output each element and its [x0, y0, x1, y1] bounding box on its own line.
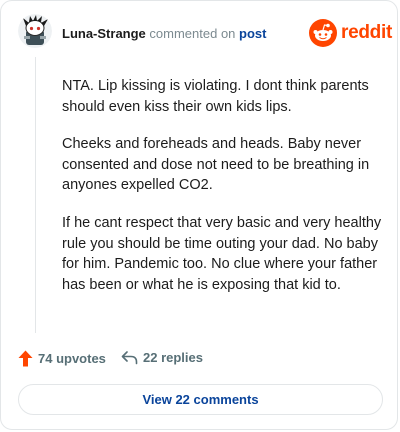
snoo-avatar-icon: [18, 14, 52, 48]
post-link[interactable]: post: [239, 26, 266, 41]
comment-paragraph: Cheeks and foreheads and heads. Baby nev…: [62, 136, 370, 194]
reddit-wordmark: reddit: [341, 22, 392, 43]
replies-button[interactable]: 22 replies: [121, 350, 203, 365]
upvote-arrow-icon: [18, 350, 33, 367]
reply-count: 22 replies: [143, 350, 203, 365]
reply-arrow-icon: [121, 351, 138, 365]
comment-paragraph: NTA. Lip kissing is violating. I dont th…: [62, 78, 369, 115]
comment-body: NTA. Lip kissing is violating. I dont th…: [62, 76, 382, 312]
action-text: commented on: [149, 26, 236, 41]
comment-header: Luna-Strange commented on post: [62, 25, 267, 43]
avatar[interactable]: [18, 14, 52, 48]
view-comments-button[interactable]: View 22 comments: [18, 384, 383, 415]
reddit-alien-icon: [309, 19, 337, 47]
comment-card: Luna-Strange commented on post reddit NT…: [0, 0, 398, 430]
upvote-button[interactable]: 74 upvotes: [18, 350, 106, 367]
thread-line: [35, 57, 36, 333]
upvote-count: 74 upvotes: [38, 351, 106, 366]
username-link[interactable]: Luna-Strange: [62, 26, 146, 41]
comment-paragraph: If he cant respect that very basic and v…: [62, 214, 382, 293]
reddit-logo[interactable]: reddit: [309, 18, 392, 48]
